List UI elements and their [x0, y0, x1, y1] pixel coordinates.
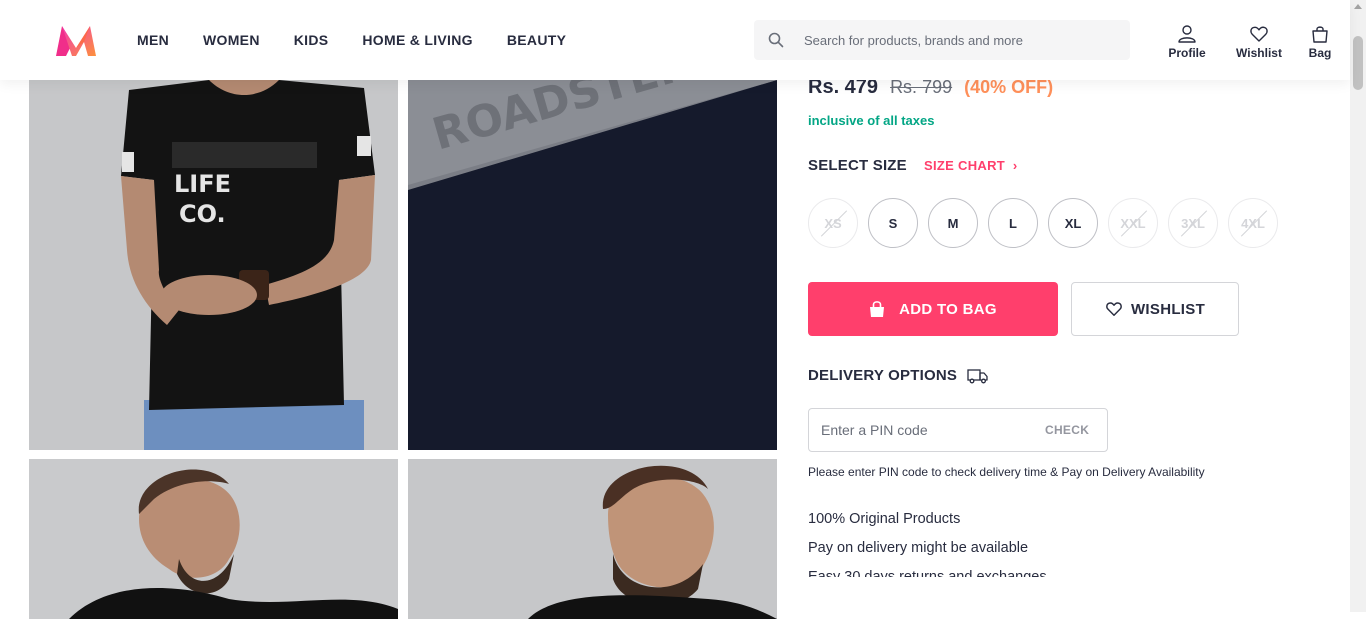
- size-button-xxl[interactable]: XXL: [1108, 198, 1158, 248]
- profile-icon: [1178, 25, 1196, 43]
- size-chart-link[interactable]: SIZE CHART ›: [924, 158, 1017, 173]
- search-bar: [754, 20, 1130, 60]
- product-gallery: LIFE CO. ROADSTER: [29, 80, 777, 619]
- feature-returns: Easy 30 days returns and exchanges: [808, 569, 1047, 577]
- nav-kids[interactable]: KIDS: [277, 32, 346, 48]
- scroll-thumb[interactable]: [1353, 36, 1363, 90]
- size-button-4xl[interactable]: 4XL: [1228, 198, 1278, 248]
- myntra-logo[interactable]: [50, 20, 106, 60]
- product-image-side[interactable]: [29, 459, 398, 619]
- size-button-m[interactable]: M: [928, 198, 978, 248]
- size-options: XS S M L XL XXL 3XL 4XL: [808, 198, 1288, 248]
- add-to-bag-label: ADD TO BAG: [899, 300, 997, 318]
- bag-button[interactable]: Bag: [1298, 24, 1342, 60]
- size-chart-label: SIZE CHART: [924, 158, 1005, 173]
- search-icon[interactable]: [754, 32, 798, 48]
- pincode-box: CHECK: [808, 408, 1108, 452]
- search-input[interactable]: [804, 32, 1104, 48]
- size-button-l[interactable]: L: [988, 198, 1038, 248]
- mrp-price: Rs. 799: [890, 77, 953, 97]
- wishlist-header-button[interactable]: Wishlist: [1222, 24, 1296, 60]
- wishlist-label: Wishlist: [1236, 46, 1282, 60]
- product-image-closeup[interactable]: [408, 459, 777, 619]
- site-header: MEN WOMEN KIDS HOME & LIVING BEAUTY Prof…: [0, 0, 1350, 80]
- add-to-bag-button[interactable]: ADD TO BAG: [808, 282, 1058, 336]
- discount-badge: (40% OFF): [964, 77, 1054, 97]
- feature-original: 100% Original Products: [808, 511, 961, 527]
- size-button-xl[interactable]: XL: [1048, 198, 1098, 248]
- nav-beauty[interactable]: BEAUTY: [490, 32, 583, 48]
- profile-label: Profile: [1168, 46, 1206, 60]
- header-actions: Profile Wishlist Bag: [1160, 24, 1342, 60]
- truck-icon: [967, 368, 988, 383]
- bag-label: Bag: [1308, 46, 1332, 60]
- shopping-bag-icon: [870, 301, 885, 317]
- check-pincode-button[interactable]: CHECK: [1045, 423, 1089, 437]
- scroll-up-arrow[interactable]: [1354, 4, 1362, 9]
- bag-icon: [1312, 26, 1328, 43]
- nav-men[interactable]: MEN: [120, 32, 186, 48]
- product-image-front[interactable]: LIFE CO.: [29, 80, 398, 450]
- wishlist-button[interactable]: WISHLIST: [1071, 282, 1239, 336]
- product-features: 100% Original Products Pay on delivery m…: [808, 505, 1047, 577]
- product-image-fabric[interactable]: ROADSTER: [408, 80, 777, 450]
- chevron-right-icon: ›: [1008, 158, 1018, 173]
- size-button-3xl[interactable]: 3XL: [1168, 198, 1218, 248]
- page-scrollbar[interactable]: [1350, 0, 1366, 612]
- size-button-xs[interactable]: XS: [808, 198, 858, 248]
- pincode-input[interactable]: [821, 422, 1041, 438]
- profile-button[interactable]: Profile: [1160, 24, 1214, 60]
- delivery-options-heading: DELIVERY OPTIONS: [808, 367, 989, 384]
- tax-note: inclusive of all taxes: [808, 113, 935, 128]
- heart-icon: [1106, 302, 1122, 316]
- feature-pay-on-delivery: Pay on delivery might be available: [808, 540, 1029, 556]
- wishlist-label: WISHLIST: [1130, 300, 1206, 318]
- select-size-heading: SELECT SIZE: [808, 157, 907, 174]
- size-button-s[interactable]: S: [868, 198, 918, 248]
- main-nav: MEN WOMEN KIDS HOME & LIVING BEAUTY: [120, 0, 583, 80]
- tshirt-print-line2: CO.: [179, 200, 226, 228]
- nav-women[interactable]: WOMEN: [186, 32, 277, 48]
- delivery-title: DELIVERY OPTIONS: [808, 367, 958, 384]
- tshirt-print-line1: LIFE: [174, 170, 231, 198]
- pincode-note: Please enter PIN code to check delivery …: [808, 465, 1205, 479]
- nav-home-living[interactable]: HOME & LIVING: [345, 32, 489, 48]
- heart-icon: [1250, 26, 1268, 42]
